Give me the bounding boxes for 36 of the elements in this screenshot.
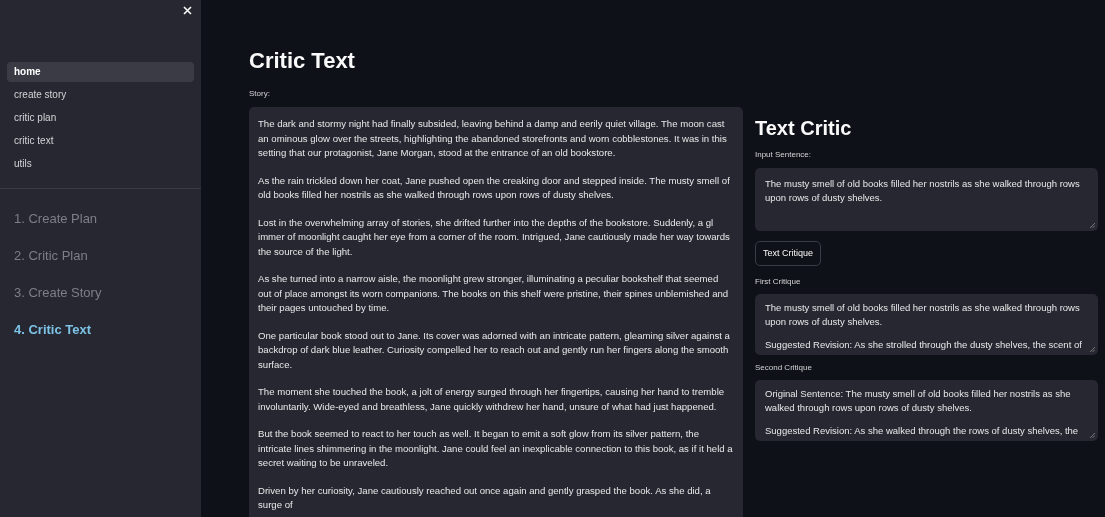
page-title: Critic Text — [249, 47, 356, 75]
critique-paragraph: The musty smell of old books filled her nostrils as she walked through rows upon rows of dusty shelves. — [765, 301, 1081, 329]
critic-title: Text Critic — [755, 116, 853, 141]
step-label: 4. Critic Text — [14, 321, 93, 339]
close-icon[interactable] — [183, 6, 192, 15]
story-paragraph: One particular book stood out to Jane. Its cover was adorned with an intricate pattern, gleaming silver against a backdrop of dark blue leather. Curiosity compelled her to reach out and gently run her fingers along the smooth surface. — [258, 328, 731, 372]
story-paragraph: Lost in the overwhelming array of stories, she drifted further into the depths of the bookstore. Suddenly, a gl immer of moonlight caught her eye from a corner of the room. Intrigued, Jane cautiously made her way towards the source of the light. — [258, 215, 731, 259]
step-label: 1. Create Plan — [14, 210, 99, 228]
story-paragraph: The dark and stormy night had finally subsided, leaving behind a damp and eerily quiet village. The moon cast an ominous glow over the streets, highlighting the abandoned storefronts and worn cobblestones. It was in this setting that our protagonist, Jane Morgan, stood at the entrance of an old bookstore. — [258, 117, 728, 160]
sidebar-nav-item[interactable]: utils — [7, 154, 194, 174]
story-label: Story: — [249, 89, 271, 99]
story-paragraph: As the rain trickled down her coat, Jane pushed open the creaking door and stepped inside. The musty smell of old books filled her nostrils as she walked through rows upon rows of dusty shelves. — [258, 173, 731, 202]
text-critique-button[interactable]: Text Critique — [755, 241, 822, 266]
story-paragraph: As she turned into a narrow aisle, the moonlight grew stronger, illuminating a peculiar bookshelf that seemed out of place amongst its worn companions. The books on this shelf were pristine, their spines unblemished and their pages untouched by time. — [258, 272, 730, 315]
critique-label: First Critique — [755, 277, 802, 287]
story-text-area[interactable] — [249, 107, 743, 517]
step-label: 2. Critic Plan — [14, 247, 89, 265]
critique-text-area[interactable]: The musty smell of old books filled her nostrils as she walked through rows upon rows of dusty shelves. Suggested Revision: As she strolled through the dusty shelves, the scent of — [755, 294, 1098, 355]
critique-label: Second Critique — [755, 363, 813, 373]
step-label: 3. Create Story — [14, 284, 103, 302]
resize-handle-icon[interactable] — [1090, 347, 1095, 352]
story-paragraph: But the book seemed to react to her touch as well. It began to emit a soft glow from its silver pattern, the intricate lines shimmering in the moonlight. Jane could feel an inexplicable connection to this book, as if it held a secret waiting to be unraveled. — [258, 427, 734, 470]
story-paragraph: The moment she touched the book, a jolt of energy surged through her fingertips, causing her hand to tremble involuntarily. Wide-eyed and breathless, Jane quickly withdrew her hand, unsure of what had just happened. — [258, 385, 726, 414]
resize-handle-icon[interactable] — [1090, 223, 1095, 228]
critique-text-area[interactable]: Original Sentence: The musty smell of old books filled her nostrils as she walked through rows upon rows of dusty shelves. Suggested Revision: As she walked through the rows of dusty shelves, the — [755, 380, 1098, 441]
sidebar-nav-item[interactable]: home — [7, 62, 194, 82]
sidebar-nav-item[interactable]: critic text — [7, 131, 194, 151]
resize-handle-icon[interactable] — [1090, 433, 1095, 438]
story-paragraph: Driven by her curiosity, Jane cautiously reached out once again and gently grasped the book. As she did, a surge of — [258, 483, 712, 512]
critique-paragraph: Suggested Revision: As she walked through the rows of dusty shelves, the — [765, 424, 1080, 438]
critique-paragraph: Suggested Revision: As she strolled through the dusty shelves, the scent of — [765, 338, 1083, 352]
sidebar-nav-item[interactable]: critic plan — [7, 108, 194, 128]
critique-paragraph: Original Sentence: The musty smell of old books filled her nostrils as she walked through rows upon rows of dusty shelves. — [765, 387, 1072, 415]
sidebar-nav-item[interactable]: create story — [7, 85, 194, 105]
input-label: Input Sentence: — [755, 150, 813, 160]
input-sentence-field[interactable]: The musty smell of old books filled her nostrils as she walked through rows upon rows of dusty shelves. — [755, 168, 1098, 231]
